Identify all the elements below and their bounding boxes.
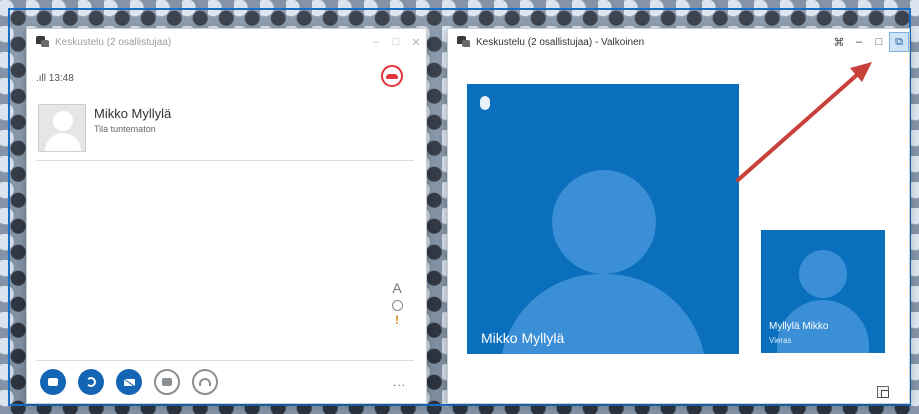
chat-bubble-icon xyxy=(48,378,58,386)
window-title: Keskustelu (2 osallistujaa) - Valkoinen xyxy=(476,36,645,48)
more-options-button[interactable]: ... xyxy=(393,375,406,389)
microphone-icon xyxy=(480,96,490,110)
avatar[interactable] xyxy=(38,104,86,152)
self-view-tile[interactable] xyxy=(761,230,885,353)
self-view-role: Vieras xyxy=(769,336,792,345)
self-view-name: Myllylä Mikko xyxy=(769,321,829,332)
compact-view-button[interactable]: ⌘ xyxy=(829,32,849,52)
monitor-icon xyxy=(162,378,172,386)
action-bar xyxy=(40,369,218,395)
popout-icon[interactable] xyxy=(877,386,889,398)
close-button[interactable]: ✕ xyxy=(406,32,426,52)
emoticon-icon[interactable] xyxy=(391,300,403,311)
video-button[interactable] xyxy=(116,369,142,395)
phone-icon xyxy=(86,377,96,387)
self-silhouette-head xyxy=(799,250,847,298)
lync-logo-icon xyxy=(456,35,470,49)
window-controls: ⌘ – □ ⧉ xyxy=(829,32,909,52)
lync-logo-icon xyxy=(35,35,49,49)
video-off-icon xyxy=(123,378,135,386)
window-controls: – □ ✕ xyxy=(366,32,426,52)
minimize-button[interactable]: – xyxy=(849,32,869,52)
contact-name[interactable]: Mikko Myllylä xyxy=(94,106,171,121)
main-video-tile[interactable] xyxy=(467,84,739,354)
restore-button[interactable]: □ xyxy=(386,32,406,52)
main-participant-name: Mikko Myllylä xyxy=(481,330,565,346)
compose-tools: A ! xyxy=(389,280,405,327)
font-button[interactable]: A xyxy=(392,280,401,296)
participant-silhouette-head xyxy=(552,170,656,274)
conversation-history xyxy=(36,160,414,280)
contact-status: Tila tuntematon xyxy=(94,124,156,134)
importance-button[interactable]: ! xyxy=(395,313,399,327)
call-timer: .ıll 13:48 xyxy=(36,73,74,84)
participants-button[interactable] xyxy=(192,369,218,395)
hang-up-button[interactable] xyxy=(381,65,403,87)
message-input[interactable] xyxy=(36,278,414,361)
present-button[interactable] xyxy=(154,369,180,395)
people-icon xyxy=(199,378,211,386)
im-button[interactable] xyxy=(40,369,66,395)
pop-in-button[interactable]: ⧉ xyxy=(889,32,909,52)
call-button[interactable] xyxy=(78,369,104,395)
minimize-button[interactable]: – xyxy=(366,32,386,52)
restore-button[interactable]: □ xyxy=(869,32,889,52)
title-bar[interactable]: Keskustelu (2 osallistujaa) – □ ✕ xyxy=(27,29,426,55)
window-title: Keskustelu (2 osallistujaa) xyxy=(55,36,172,48)
title-bar[interactable]: Keskustelu (2 osallistujaa) - Valkoinen … xyxy=(448,29,909,55)
